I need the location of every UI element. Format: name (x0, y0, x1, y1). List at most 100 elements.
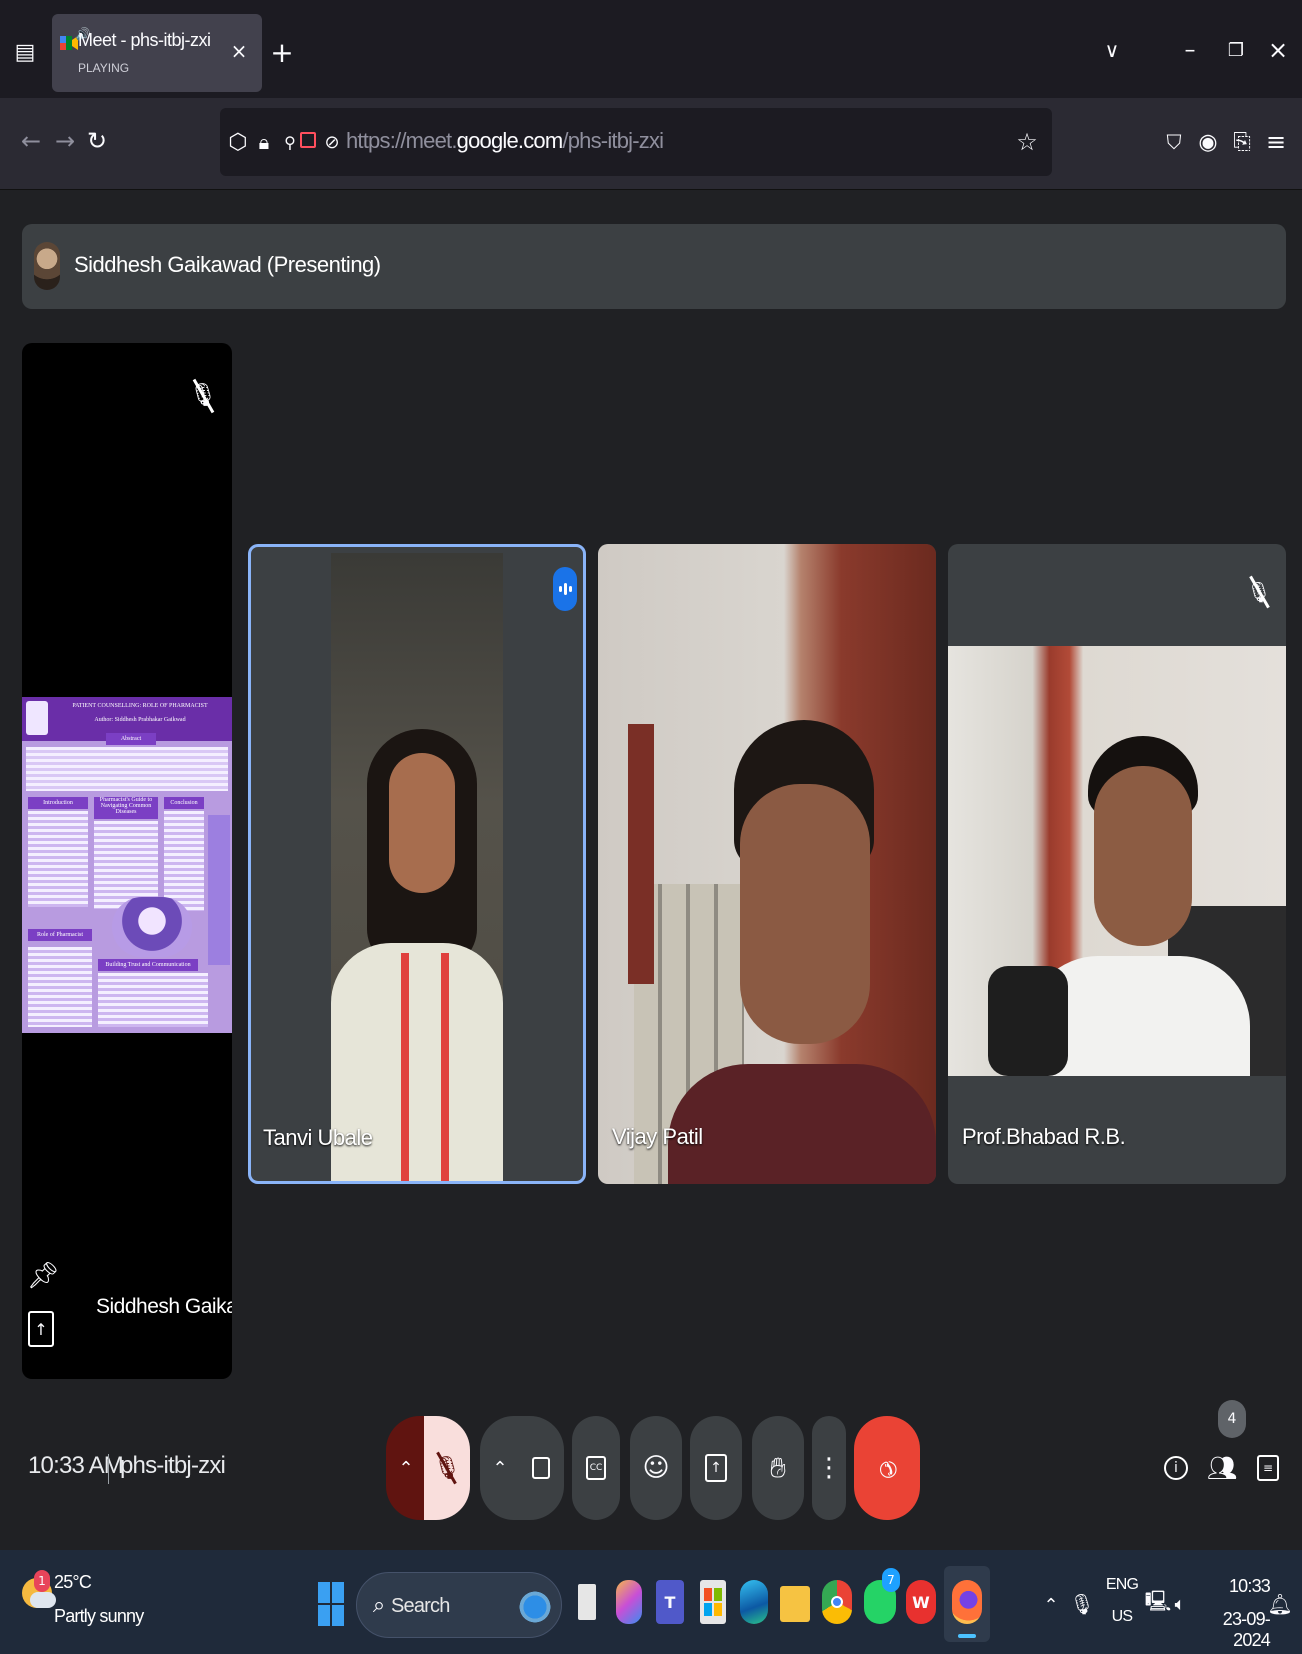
participant-video-bhabad (948, 646, 1286, 1076)
emoji-button[interactable]: ☺ (630, 1416, 682, 1520)
minimize-icon[interactable]: – (1176, 36, 1204, 64)
info-icon: i (1164, 1456, 1188, 1480)
firefox-icon[interactable] (944, 1566, 990, 1642)
poster-guidance-text (94, 821, 158, 909)
volume-icon[interactable]: 🔈︎ (1168, 1586, 1192, 1622)
copilot-icon[interactable] (616, 1580, 642, 1624)
more-options-button[interactable]: ⋮ (812, 1416, 846, 1520)
participant-tile-bhabad[interactable]: 🎙︎ Prof.Bhabad R.B. (948, 544, 1286, 1184)
leave-call-button[interactable]: ✆ (854, 1416, 920, 1520)
shared-poster: PATIENT COUNSELLING: ROLE OF PHARMACIST … (22, 697, 232, 1033)
search-placeholder: Search (391, 1595, 450, 1617)
clock-time: 10:33 (1228, 1576, 1271, 1596)
poster-conclusion-text (164, 811, 204, 911)
tab-overflow-chevron-icon[interactable]: ∨ (1098, 36, 1126, 64)
app-menu-icon[interactable]: ≡ (1262, 126, 1290, 158)
more-vert-icon: ⋮ (816, 1453, 842, 1483)
url-bar[interactable]: ⬡ 🔒︎ ⚲ ⊘ https://meet.google.com/phs-itb… (220, 108, 1052, 176)
back-icon[interactable]: ← (16, 126, 46, 156)
lock-icon[interactable]: 🔒︎ (252, 126, 276, 158)
raise-hand-button[interactable]: ✋︎ (752, 1416, 804, 1520)
people-count-badge: 4 (1218, 1400, 1246, 1438)
clock-date: 23-09-2024 (1222, 1609, 1271, 1650)
weather-cloud-icon (30, 1592, 56, 1608)
poster-author: Author: Siddhesh Prabhakar Gaikwad (94, 717, 186, 723)
extensions-icon[interactable]: ⎘ (1228, 126, 1256, 158)
presenter-avatar (34, 242, 60, 290)
network-icon[interactable]: 🖳︎ (1145, 1586, 1172, 1622)
participant-tile-vijay[interactable]: Vijay Patil (598, 544, 936, 1184)
hidden-icons-chevron[interactable]: ⌃ (1040, 1590, 1062, 1620)
poster-illustration (112, 897, 192, 957)
tab-playing-status: PLAYING (78, 61, 130, 75)
screen-share-blocked-icon[interactable]: ⊘ (320, 126, 344, 158)
camera-icon (532, 1457, 550, 1479)
language-indicator[interactable]: ENG US (1102, 1576, 1142, 1636)
language-bottom: US (1111, 1608, 1133, 1625)
edge-icon[interactable] (740, 1580, 768, 1624)
video-lanyard (401, 953, 409, 1181)
url-domain: google.com (456, 128, 564, 153)
poster-role-text (28, 947, 92, 1027)
restore-icon[interactable]: ❐ (1222, 36, 1250, 64)
tab-title: Meet - phs-itbj-zxi (78, 30, 211, 50)
task-view-icon[interactable] (578, 1584, 596, 1620)
raise-hand-icon: ✋︎ (770, 1451, 786, 1484)
bookmark-star-icon[interactable]: ☆ (1012, 126, 1042, 158)
present-button[interactable]: ↑ (690, 1416, 742, 1520)
browser-tab[interactable]: 🔊 Meet - phs-itbj-zxi PLAYING × (52, 14, 262, 92)
video-chair (988, 966, 1068, 1076)
captions-button[interactable]: CC (572, 1416, 620, 1520)
chrome-icon[interactable] (822, 1580, 852, 1624)
end-call-icon: ✆ (871, 1452, 903, 1484)
weather-widget[interactable]: 1 25°C Partly sunny (20, 1562, 150, 1642)
url-prefix: https://meet. (346, 128, 457, 153)
meeting-details-button[interactable]: i (1160, 1446, 1192, 1490)
participant-tile-tanvi[interactable]: Tanvi Ubale (248, 544, 586, 1184)
language-top: ENG (1105, 1576, 1139, 1593)
meeting-code: phs-itbj-zxi (120, 1452, 226, 1479)
presenting-banner: Siddhesh Gaikawad (Presenting) (22, 224, 1286, 309)
reload-icon[interactable]: ↻ (82, 126, 112, 156)
poster-conclusion-heading: Conclusion (164, 797, 204, 809)
shield-icon[interactable]: ⬡ (226, 126, 250, 158)
poster-side-column (208, 815, 230, 965)
participant-name-tanvi: Tanvi Ubale (263, 1125, 373, 1150)
present-icon: ↑ (705, 1454, 727, 1482)
camera-sharing-icon[interactable] (300, 132, 316, 148)
microphone-tray-icon[interactable]: 🎙︎ (1069, 1586, 1094, 1622)
speaking-indicator-icon (553, 567, 577, 611)
pocket-icon[interactable]: ⛉ (1160, 126, 1188, 158)
permissions-icon[interactable]: ⚲ (278, 126, 302, 158)
poster-trust-heading: Building Trust and Communication (98, 959, 198, 971)
browser-tab-bar: ▤ 🔊 Meet - phs-itbj-zxi PLAYING × + ∨ – … (0, 0, 1302, 98)
camera-toggle-button[interactable] (518, 1416, 564, 1520)
new-tab-icon[interactable]: + (266, 36, 298, 69)
taskbar-search[interactable]: ⌕ Search (356, 1572, 562, 1638)
audio-options-chevron[interactable]: ⌃ (386, 1416, 426, 1520)
presentation-tile[interactable]: 🎙︎ PATIENT COUNSELLING: ROLE OF PHARMACI… (22, 343, 232, 1379)
chat-button[interactable]: ≡ (1250, 1446, 1286, 1490)
participant-name-bhabad: Prof.Bhabad R.B. (962, 1124, 1126, 1149)
forward-icon[interactable]: → (50, 126, 80, 156)
search-highlight-icon (517, 1589, 553, 1625)
system-clock[interactable]: 10:33 23-09-2024 (1196, 1576, 1271, 1650)
wps-office-icon[interactable]: W (906, 1580, 936, 1624)
captions-icon: CC (586, 1456, 606, 1480)
account-icon[interactable]: ◉ (1194, 126, 1222, 158)
tab-list-icon[interactable]: ▤ (12, 36, 38, 68)
teams-icon[interactable]: T (656, 1580, 684, 1624)
file-explorer-icon[interactable] (780, 1586, 810, 1622)
search-icon: ⌕ (372, 1592, 386, 1618)
close-window-icon[interactable]: × (1264, 36, 1292, 64)
notification-bell-icon[interactable]: 🔔︎ (1267, 1586, 1292, 1622)
video-options-chevron[interactable]: ⌃ (480, 1416, 520, 1520)
pin-icon[interactable]: 📌︎ (27, 1253, 60, 1299)
poster-title: PATIENT COUNSELLING: ROLE OF PHARMACIST (72, 703, 208, 709)
people-button[interactable]: 👥︎ (1204, 1446, 1240, 1490)
store-icon[interactable] (700, 1580, 726, 1624)
video-shirt-2 (668, 1064, 936, 1184)
start-button[interactable] (318, 1582, 344, 1626)
tab-close-icon[interactable]: × (226, 38, 252, 64)
participant-name-vijay: Vijay Patil (612, 1124, 703, 1149)
